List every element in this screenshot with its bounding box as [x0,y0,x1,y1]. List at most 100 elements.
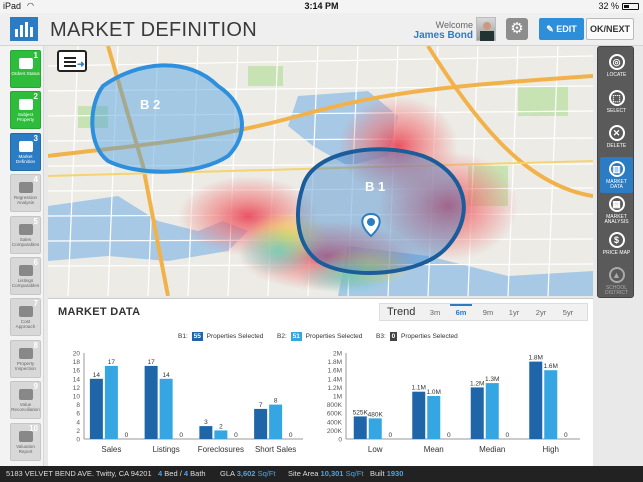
data-label: 0 [505,432,509,439]
b3-selection-legend: B3: 0 Properties Selected [376,332,458,341]
step-subject-property[interactable]: 2 Subject Property [10,91,41,130]
group-icon [18,140,33,152]
trend-tab-6m[interactable]: 6m [450,304,472,317]
trend-tab-5yr[interactable]: 5yr [557,308,579,317]
price-map-icon: $ [608,231,625,248]
data-label: 480K [368,411,384,418]
select-icon: ⬚ [608,89,625,106]
tool-select[interactable]: ⬚ SELECT [600,86,633,122]
tool-price-map[interactable]: $ PRICE MAP [600,228,633,264]
b3-suffix: Properties Selected [401,333,458,340]
tool-delete[interactable]: ✕ DELETE [600,121,633,157]
step-label: Subject Property [16,112,35,123]
counts-bar-chart: 0 2 4 6 8 10 12 14 16 18 20 14 17 0 Sales 17 14 0 Listings… [54,349,309,464]
y-tick-label: 20 [73,351,81,358]
step-orders-status[interactable]: 1 Orders Status [10,50,41,88]
gla-unit: Sq/Ft [257,469,276,478]
x-category-label: Median [479,445,505,454]
step-regression-analysis[interactable]: 4 Regression Analysis [10,174,41,213]
b1-key: B1: [178,333,188,340]
edit-button[interactable]: ✎ EDIT [539,18,584,40]
status-time: 3:14 PM [304,1,339,11]
map-view[interactable]: B 2 B 1 [48,46,593,296]
data-label: 0 [388,432,392,439]
y-tick-label: 2M [333,351,342,358]
data-label: 0 [447,432,451,439]
step-sales-comparables[interactable]: 5 Sales Comparables [10,215,41,254]
b1-selection-legend: B1: 55 Properties Selected [178,332,263,341]
step-market-definition[interactable]: 3 Market Definition [10,132,41,171]
step-number: 1 [33,51,38,60]
area-label-b1: B 1 [365,179,385,194]
b2-selection-legend: B2: 51 Properties Selected [277,332,362,341]
map-canvas[interactable]: B 2 B 1 [48,46,593,296]
tool-school-district[interactable]: ▲ SCHOOL DISTRICT [600,263,633,299]
locate-icon: ◎ [608,54,625,70]
trend-tab-9m[interactable]: 9m [477,308,499,317]
tool-label: DELETE [606,143,627,149]
y-tick-label: 1M [333,394,342,401]
user-name[interactable]: James Bond [414,30,473,41]
market-area-b1[interactable] [296,147,466,275]
x-category-label: Foreclosures [198,445,244,454]
bar-b2 [214,430,228,439]
tool-label: LOCATE [606,72,627,78]
step-number: 3 [33,133,38,143]
market-data-icon: ▥ [608,160,625,177]
bar-chart-icon [18,182,33,194]
step-property-inspection[interactable]: 8 Property Inspection [10,339,41,378]
step-value-reconciliation[interactable]: 9 Value Reconciliation [10,381,41,420]
map-layers-menu-button[interactable]: ➜ [57,50,87,72]
map-tools-panel: ◎ LOCATE ⬚ SELECT ✕ DELETE ▥ MARKET DATA ▦ MARKET… [597,46,634,298]
subject-property-footer: 5183 VELVET BEND AVE. Twitty, CA 94201 4… [0,466,643,482]
tool-label: SCHOOL DISTRICT [604,285,629,296]
trend-tab-1yr[interactable]: 1yr [503,308,525,317]
tool-market-data[interactable]: ▥ MARKET DATA [600,156,633,193]
gla-label: GLA [220,469,235,478]
battery-icon [622,3,639,10]
arrow-right-icon: ➜ [77,59,85,69]
tool-locate[interactable]: ◎ LOCATE [600,50,633,86]
b3-count-badge: 0 [389,332,398,341]
avatar[interactable] [476,17,496,41]
footer-built: Built 1930 [370,466,403,482]
data-label: 1.8M [529,355,543,362]
y-tick-label: 14 [73,376,81,383]
trend-tab-3m[interactable]: 3m [424,308,446,317]
data-label: 1.3M [485,376,499,383]
step-label: Market Definition [15,153,36,164]
step-listings-comparables[interactable]: 6 Listings Comparables [10,257,41,295]
bar-b1 [254,408,268,439]
bar-b1 [412,391,426,439]
bath-count: 4 [183,469,189,478]
data-label: 2 [219,423,223,430]
y-tick-label: 12 [73,385,81,392]
step-valuation-report[interactable]: 10 Valuation Report [10,422,41,461]
data-label: 0 [179,432,183,439]
data-label: 0 [564,432,568,439]
step-cost-approach[interactable]: 7 Cost Approach [10,298,41,337]
market-analysis-icon: ▦ [608,196,625,212]
tool-market-analysis[interactable]: ▦ MARKET ANALYSIS [600,192,633,228]
y-tick-label: 0 [76,437,80,444]
edit-button-label: EDIT [556,24,577,34]
b2-count-badge: 51 [290,332,302,341]
footer-address: 5183 VELVET BEND AVE. Twitty, CA 94201 [6,469,152,478]
tool-label: SELECT [606,107,627,114]
market-data-panel: MARKET DATA Trend 3m 6m 9m 1yr 2yr 5yr B… [48,298,593,466]
workflow-steps-sidebar: 1 Orders Status 2 Subject Property 3 Market D… [0,46,44,466]
trend-tab-2yr[interactable]: 2yr [530,308,552,317]
x-category-label: Sales [101,445,121,454]
y-tick-label: 10 [73,394,81,401]
settings-button[interactable]: ⚙ [506,18,528,40]
step-number: 2 [33,92,38,102]
ok-next-button[interactable]: OK/NEXT [586,18,634,40]
data-label: 1.0M [427,389,441,396]
site-label: Site Area [288,469,319,478]
data-label: 0 [234,432,238,439]
gear-icon: ⚙ [510,20,524,37]
step-label: Orders Status [11,71,40,76]
x-category-label: Mean [424,445,444,454]
step-number: 4 [33,175,38,185]
y-tick-label: 1.8M [328,359,342,366]
